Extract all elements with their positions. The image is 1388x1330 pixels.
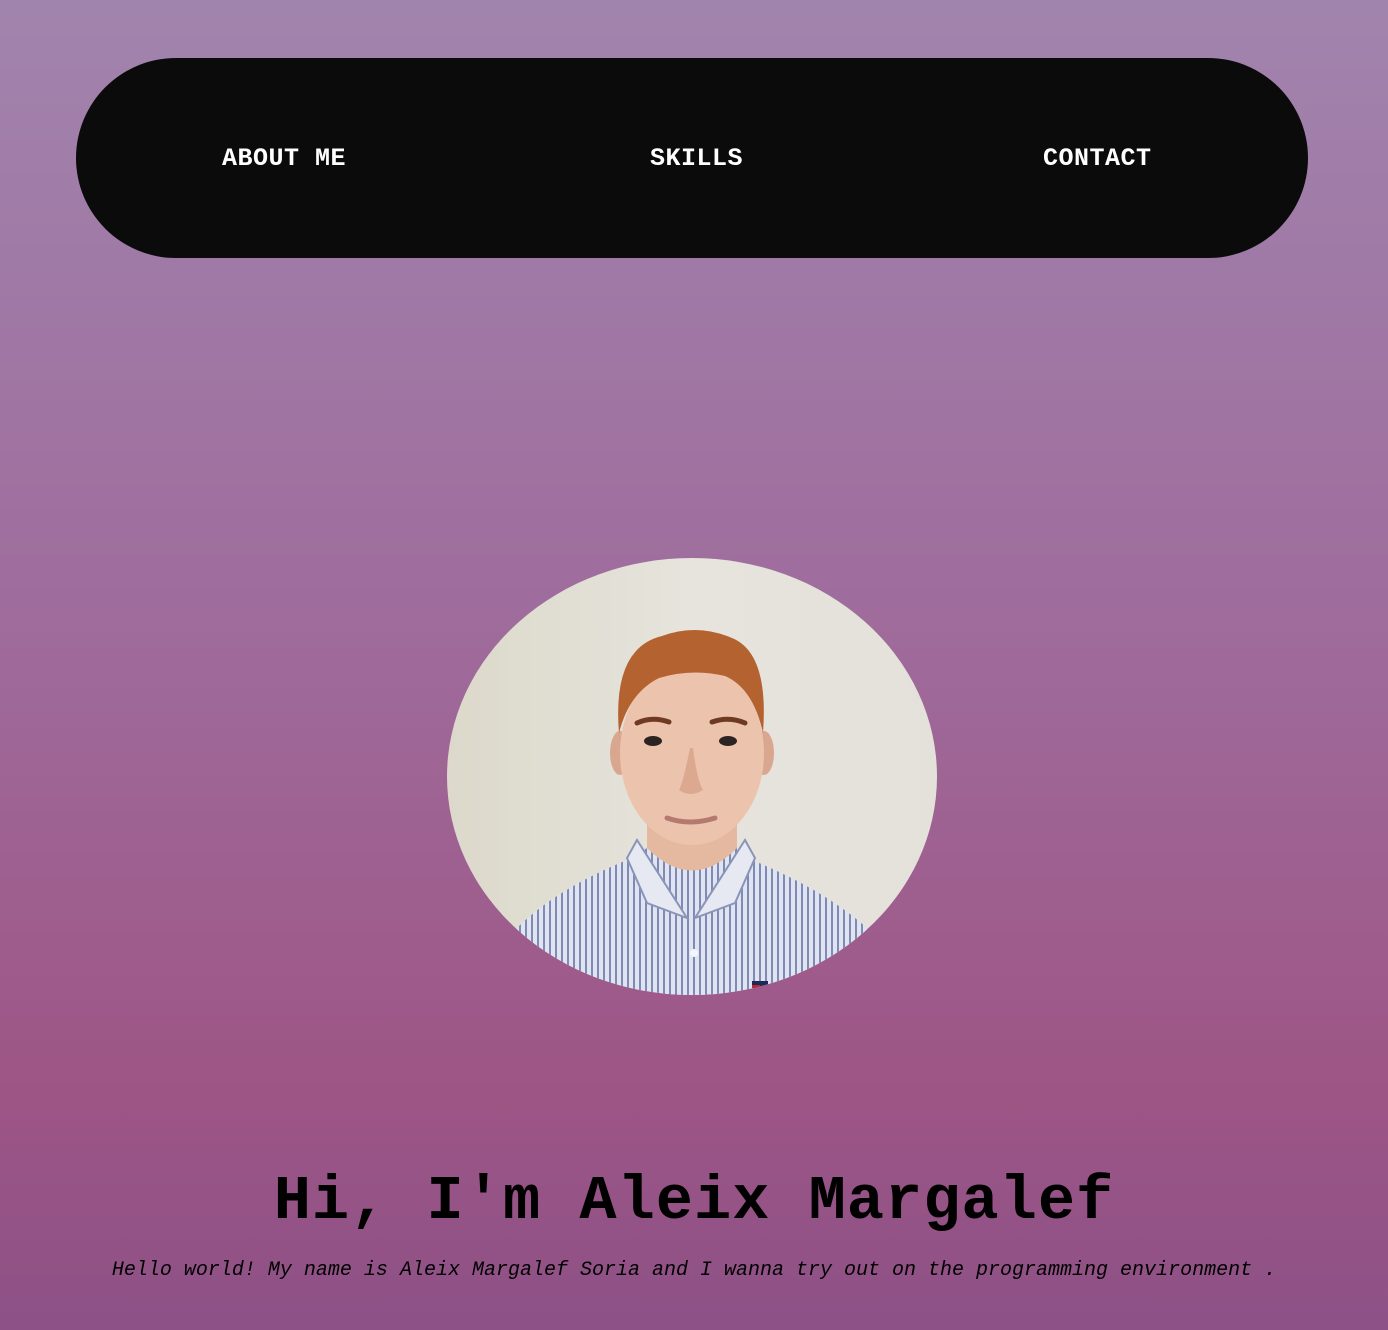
hero-subtitle: Hello world! My name is Aleix Margalef S… xyxy=(111,1259,1277,1282)
nav-link-skills[interactable]: SKILLS xyxy=(650,145,743,173)
profile-photo xyxy=(447,558,937,995)
hero-title: Hi, I'm Aleix Margalef xyxy=(273,1166,1115,1237)
nav-link-contact[interactable]: CONTACT xyxy=(1043,145,1152,173)
nav-link-about-me[interactable]: ABOUT ME xyxy=(222,145,346,173)
